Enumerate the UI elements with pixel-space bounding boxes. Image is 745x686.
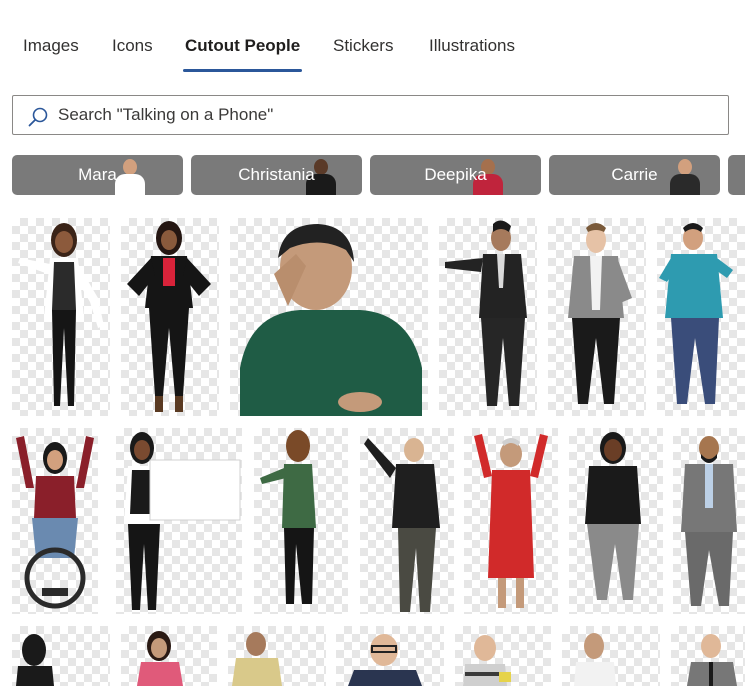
person-man-suit-waving (687, 634, 737, 686)
result-image[interactable] (657, 218, 745, 416)
person-man-green-shirt-thinking (240, 224, 422, 416)
person-woman-phone (16, 634, 54, 686)
tab-images[interactable]: Images (23, 36, 79, 72)
chip-label: Deepika (424, 165, 487, 184)
result-image[interactable] (439, 218, 537, 416)
result-image[interactable] (673, 428, 745, 614)
chip-mara[interactable]: Mara (12, 155, 183, 195)
person-man-grey-suit-thumbs-up (681, 436, 737, 606)
search-box[interactable] (12, 95, 729, 135)
result-image[interactable] (230, 218, 428, 416)
tab-illustrations[interactable]: Illustrations (429, 36, 515, 72)
chip-label: Mara (78, 165, 117, 184)
tab-label: Illustrations (429, 36, 515, 55)
person-man-suit-pointing (445, 220, 527, 406)
tab-stickers[interactable]: Stickers (333, 36, 393, 72)
result-image[interactable] (548, 218, 646, 416)
tab-bar: Images Icons Cutout People Stickers Illu… (0, 0, 745, 80)
chip-label: Carrie (611, 165, 658, 184)
person-woman-pink-phone (137, 631, 183, 686)
tab-label: Stickers (333, 36, 394, 55)
person-woman-vest-pointing (18, 223, 104, 406)
chip-deepika[interactable]: Deepika (370, 155, 541, 195)
chip-christania[interactable]: Christania (191, 155, 362, 195)
person-man-yellow-shirt (232, 632, 282, 686)
tab-cutout-people[interactable]: Cutout People (183, 36, 303, 72)
person-woman-white-top-thumbs-up (574, 633, 616, 686)
chip-carrie[interactable]: Carrie (549, 155, 720, 195)
person-woman-green-sweater-pointing (260, 430, 316, 604)
result-image[interactable] (360, 428, 454, 614)
suggestion-chips: Mara Christania Deepika Carrie (0, 155, 745, 195)
person-woman-red-dress-cheering (474, 434, 548, 608)
person-man-grey-blazer-thinking (568, 223, 632, 404)
person-woman-wheelchair-cheering (16, 436, 94, 609)
active-tab-indicator (183, 69, 303, 72)
result-image[interactable] (121, 218, 219, 416)
person-woman-holding-blank-sign (124, 432, 241, 610)
result-image[interactable] (12, 218, 110, 416)
results-grid (0, 218, 745, 686)
tab-icons[interactable]: Icons (112, 36, 153, 72)
person-man-black-sweater-raising-hand (364, 438, 440, 612)
person-man-blue-jacket-thumbs-up (659, 223, 733, 404)
person-woman-red-top-hands-on-hips (127, 221, 211, 412)
result-image[interactable] (562, 626, 660, 686)
search-icon (28, 107, 48, 127)
result-image[interactable] (671, 626, 745, 686)
result-image[interactable] (455, 626, 551, 686)
result-image[interactable] (254, 428, 348, 614)
chip-more[interactable] (728, 155, 745, 195)
person-man-glasses-suit (348, 634, 422, 686)
search-input[interactable] (58, 104, 698, 126)
result-image[interactable] (12, 626, 110, 686)
chip-label: Christania (238, 165, 315, 184)
tab-label: Images (23, 36, 79, 55)
result-image[interactable] (464, 428, 558, 614)
result-image[interactable] (228, 626, 326, 686)
person-woman-black-top-thinking (585, 432, 641, 600)
result-image[interactable] (569, 428, 663, 614)
result-image[interactable] (12, 428, 98, 614)
tab-label: Cutout People (185, 36, 301, 55)
result-image[interactable] (116, 428, 242, 614)
person-boy-striped-shirt (463, 635, 511, 686)
result-image[interactable] (121, 626, 217, 686)
result-image[interactable] (336, 626, 444, 686)
tab-label: Icons (112, 36, 153, 55)
